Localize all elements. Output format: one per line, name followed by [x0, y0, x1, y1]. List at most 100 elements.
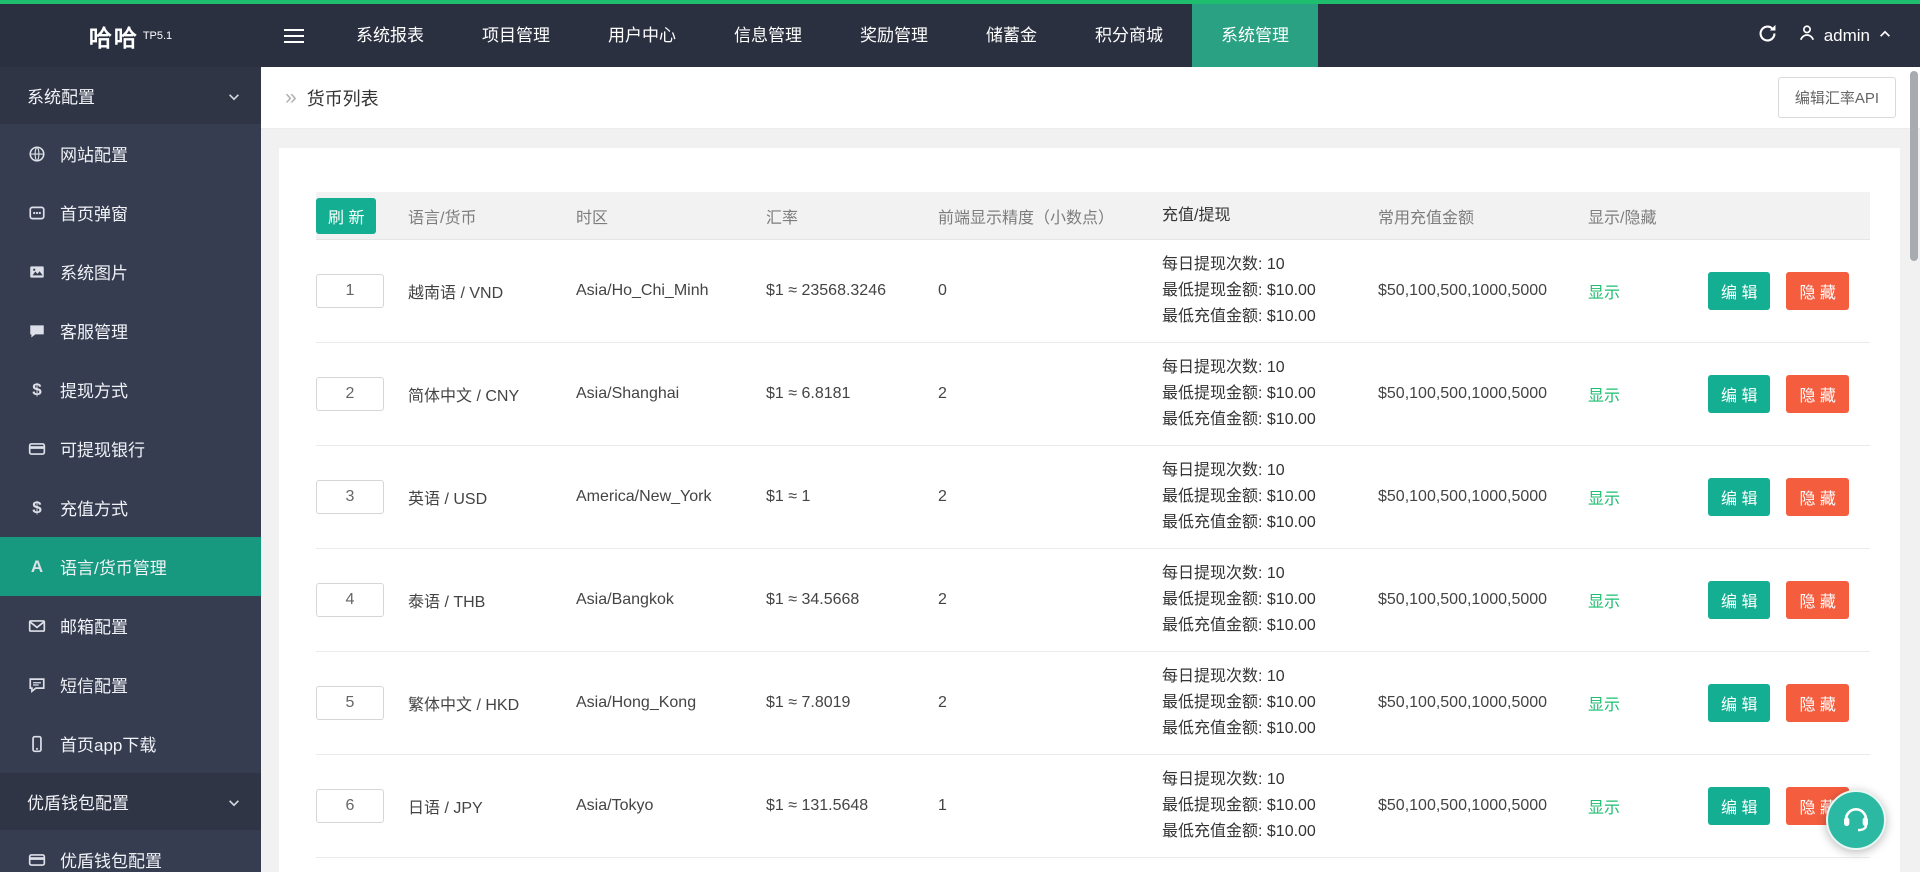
row-sort-input[interactable] [316, 686, 384, 720]
edit-button[interactable]: 编 辑 [1708, 787, 1771, 825]
sidebar-item[interactable]: 优盾钱包配置 [0, 830, 261, 872]
sidebar-item[interactable]: 首页弹窗 [0, 183, 261, 242]
col-header-common-amounts: 常用充值金额 [1378, 209, 1475, 227]
sidebar-item[interactable]: 邮箱配置 [0, 596, 261, 655]
common-amounts-cell: $50,100,500,1000,5000 [1378, 385, 1548, 402]
precision-cell: 2 [938, 591, 947, 608]
refresh-table-button[interactable]: 刷 新 [316, 197, 377, 234]
bank-icon [27, 850, 47, 870]
sidebar-item[interactable]: $ 充值方式 [0, 478, 261, 537]
deposit-withdraw-cell: 每日提现次数: 10 最低提现金额: $10.00 最低充值金额: $10.00 [1162, 252, 1378, 330]
breadcrumb: » 货币列表 编辑汇率API [261, 67, 1920, 129]
row-sort-input[interactable] [316, 377, 384, 411]
sidebar-item[interactable]: 网站配置 [0, 124, 261, 183]
nav-item-label: 信息管理 [734, 26, 802, 45]
topbar-nav-item[interactable]: 储蓄金 [957, 4, 1066, 67]
topbar-nav-item[interactable]: 系统报表 [327, 4, 453, 67]
sidebar-item[interactable]: 系统配置 [0, 67, 261, 124]
sidebar-item[interactable]: $ 提现方式 [0, 360, 261, 419]
withdraw-min-line: 最低提现金额: $10.00 [1162, 694, 1316, 711]
table-row: 泰语 / THB Asia/Bangkok $1 ≈ 34.5668 2 每日提… [316, 549, 1870, 652]
sidebar-item[interactable]: 系统图片 [0, 242, 261, 301]
sidebar-item[interactable]: A 语言/货币管理 [0, 537, 261, 596]
row-sort-input[interactable] [316, 480, 384, 514]
app-version: TP5.1 [142, 29, 173, 42]
hide-button[interactable]: 隐 藏 [1786, 581, 1849, 619]
topbar-nav-item[interactable]: 积分商城 [1066, 4, 1192, 67]
topbar: 哈哈 TP5.1 系统报表 项目管理 用户中心 信息管理 奖励管理 储蓄金 积分商… [0, 4, 1920, 67]
refresh-page-button[interactable] [1737, 23, 1798, 49]
col-header-timezone: 时区 [576, 209, 609, 227]
topbar-nav-item[interactable]: 项目管理 [453, 4, 579, 67]
popup-icon [27, 203, 47, 223]
mail-icon [27, 616, 47, 636]
timezone-cell: Asia/Shanghai [576, 385, 680, 402]
headset-icon [1840, 802, 1872, 839]
withdraw-min-line: 最低提现金额: $10.00 [1162, 797, 1316, 814]
page-scrollbar[interactable] [1910, 71, 1918, 866]
sidebar-item-label: 提现方式 [60, 382, 128, 401]
topbar-nav-item[interactable]: 系统管理 [1192, 4, 1318, 67]
timezone-cell: America/New_York [576, 488, 712, 505]
hide-button[interactable]: 隐 藏 [1786, 684, 1849, 722]
row-sort-input[interactable] [316, 583, 384, 617]
sidebar-item-label: 首页app下载 [60, 736, 157, 755]
sidebar-item-label: 优盾钱包配置 [27, 794, 129, 813]
rate-cell: $1 ≈ 34.5668 [766, 591, 860, 608]
hide-button[interactable]: 隐 藏 [1786, 478, 1849, 516]
topbar-nav-item[interactable]: 用户中心 [579, 4, 705, 67]
common-amounts-cell: $50,100,500,1000,5000 [1378, 694, 1548, 711]
deposit-min-line: 最低充值金额: $10.00 [1162, 308, 1316, 325]
sidebar-item-label: 可提现银行 [60, 441, 145, 460]
row-sort-input[interactable] [316, 789, 384, 823]
withdraw-min-line: 最低提现金额: $10.00 [1162, 282, 1316, 299]
visibility-status: 显示 [1588, 285, 1621, 302]
nav-item-label: 系统报表 [356, 26, 424, 45]
row-sort-input[interactable] [316, 274, 384, 308]
deposit-withdraw-cell: 每日提现次数: 10 最低提现金额: $10.00 最低充值金额: $10.00 [1162, 355, 1378, 433]
sidebar-item-label: 网站配置 [60, 146, 128, 165]
hide-button[interactable]: 隐 藏 [1786, 375, 1849, 413]
sidebar-item-label: 首页弹窗 [60, 205, 128, 224]
edit-button[interactable]: 编 辑 [1708, 375, 1771, 413]
user-menu[interactable]: admin [1798, 24, 1892, 47]
visibility-status: 显示 [1588, 388, 1621, 405]
user-icon [1798, 24, 1816, 47]
sidebar-item[interactable]: 客服管理 [0, 301, 261, 360]
edit-rate-api-button[interactable]: 编辑汇率API [1777, 77, 1896, 118]
table-row: 日语 / JPY Asia/Tokyo $1 ≈ 131.5648 1 每日提现… [316, 755, 1870, 858]
visibility-status: 显示 [1588, 697, 1621, 714]
common-amounts-cell: $50,100,500,1000,5000 [1378, 282, 1548, 299]
sidebar-item[interactable]: 首页app下载 [0, 714, 261, 773]
scrollbar-thumb[interactable] [1910, 71, 1918, 261]
edit-button[interactable]: 编 辑 [1708, 272, 1771, 310]
sidebar-item[interactable]: 优盾钱包配置 [0, 773, 261, 830]
nav-item-label: 用户中心 [608, 26, 676, 45]
language-currency-cell: 越南语 / VND [408, 285, 504, 302]
hide-button[interactable]: 隐 藏 [1786, 272, 1849, 310]
deposit-withdraw-cell: 每日提现次数: 10 最低提现金额: $10.00 最低充值金额: $10.00 [1162, 767, 1378, 845]
language-currency-cell: 泰语 / THB [408, 594, 486, 611]
deposit-min-line: 最低充值金额: $10.00 [1162, 411, 1316, 428]
nav-item-label: 储蓄金 [986, 26, 1037, 45]
sidebar-item-label: 短信配置 [60, 677, 128, 696]
topbar-nav-item[interactable]: 信息管理 [705, 4, 831, 67]
edit-button[interactable]: 编 辑 [1708, 684, 1771, 722]
content-panel: 刷 新 语言/货币 时区 汇率 前端显示精度（小数点） 充值/提现 常用充值金额… [279, 148, 1900, 872]
customer-service-button[interactable] [1826, 790, 1886, 850]
timezone-cell: Asia/Bangkok [576, 591, 674, 608]
sidebar-toggle-button[interactable] [261, 4, 327, 67]
edit-button[interactable]: 编 辑 [1708, 478, 1771, 516]
edit-button[interactable]: 编 辑 [1708, 581, 1771, 619]
withdraw-min-line: 最低提现金额: $10.00 [1162, 591, 1316, 608]
table-row: 简体中文 / CNY Asia/Shanghai $1 ≈ 6.8181 2 每… [316, 343, 1870, 446]
sidebar-item[interactable]: 短信配置 [0, 655, 261, 714]
common-amounts-cell: $50,100,500,1000,5000 [1378, 591, 1548, 608]
table-body: 越南语 / VND Asia/Ho_Chi_Minh $1 ≈ 23568.32… [316, 240, 1870, 858]
table-row: 繁体中文 / HKD Asia/Hong_Kong $1 ≈ 7.8019 2 … [316, 652, 1870, 755]
withdraw-count-line: 每日提现次数: 10 [1162, 359, 1285, 376]
chevron-down-icon [227, 89, 241, 103]
withdraw-min-line: 最低提现金额: $10.00 [1162, 488, 1316, 505]
topbar-nav-item[interactable]: 奖励管理 [831, 4, 957, 67]
sidebar-item[interactable]: 可提现银行 [0, 419, 261, 478]
